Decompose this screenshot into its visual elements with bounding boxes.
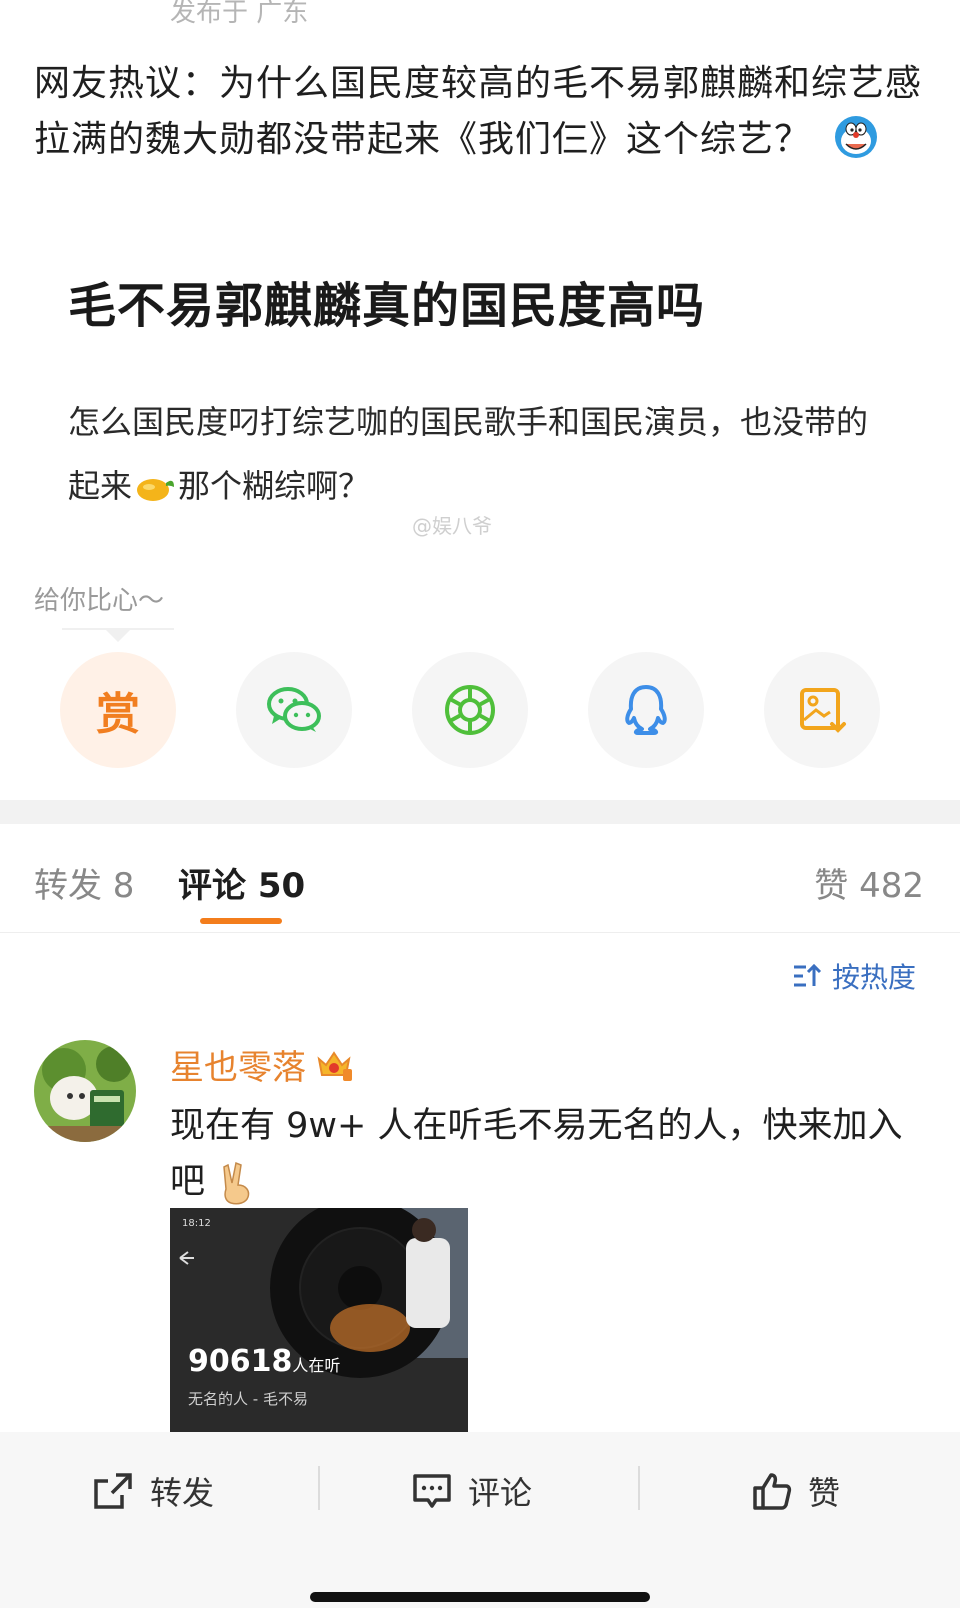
like-label: 赞 xyxy=(808,1474,841,1512)
section-divider xyxy=(0,800,960,824)
tab-repost[interactable]: 转发 8 xyxy=(34,858,134,907)
listener-count-suffix: 人在听 xyxy=(292,1356,341,1375)
post-location: 发布于 广东 xyxy=(170,0,309,28)
bottom-action-bar xyxy=(0,1432,960,1608)
save-image-icon xyxy=(800,688,846,733)
comment-label: 评论 xyxy=(468,1474,533,1512)
qq-icon xyxy=(625,685,667,735)
avatar[interactable] xyxy=(34,1040,136,1142)
tab-like[interactable]: 赞 482 xyxy=(814,858,924,907)
tab-active-indicator xyxy=(200,918,282,924)
share-wechat-button[interactable] xyxy=(236,652,352,768)
sort-icon xyxy=(794,963,822,987)
post-image-watermark: @娱八爷 xyxy=(412,514,492,538)
share-qq-button[interactable] xyxy=(588,652,704,768)
comment-username-text: 星也零落 xyxy=(170,1048,306,1088)
bottom-bar-divider-2 xyxy=(638,1466,640,1510)
comment-text: 现在有 9w+ 人在听毛不易无名的人，快来加入吧 xyxy=(170,1098,930,1210)
doraemon-emoji-icon xyxy=(835,116,878,158)
comment-image[interactable]: 18:12 90618人在听 无名的人 - 毛不易 xyxy=(170,1208,468,1438)
post-text: 网友热议：为什么国民度较高的毛不易郭麒麟和综艺感拉满的魏大勋都没带起来《我们仨》… xyxy=(34,56,924,168)
comment-image-listener-count: 90618人在听 xyxy=(188,1344,340,1379)
tip-label: 给你比心～ xyxy=(34,586,165,616)
listener-count-number: 90618 xyxy=(188,1344,293,1379)
moments-icon xyxy=(445,685,495,735)
repost-icon xyxy=(94,1473,132,1509)
share-moments-button[interactable] xyxy=(412,652,528,768)
save-image-button[interactable] xyxy=(764,652,880,768)
reward-button[interactable]: 赏 xyxy=(60,652,176,768)
wechat-icon xyxy=(267,687,321,732)
comment-button[interactable]: 评论 xyxy=(412,1468,532,1514)
tip-caret xyxy=(106,630,130,642)
tab-comment[interactable]: 评论 50 xyxy=(178,858,305,907)
like-button[interactable]: 赞 xyxy=(752,1468,840,1514)
tab-divider xyxy=(0,932,960,933)
home-indicator[interactable] xyxy=(310,1592,650,1602)
repost-label: 转发 xyxy=(150,1474,215,1512)
comment-image-song: 无名的人 - 毛不易 xyxy=(188,1390,308,1408)
comment-icon xyxy=(413,1474,451,1508)
comment-username[interactable]: 星也零落 xyxy=(170,1040,352,1089)
victory-hand-emoji-icon xyxy=(223,1161,250,1205)
post-image-title: 毛不易郭麒麟真的国民度高吗 xyxy=(68,278,706,334)
sort-button[interactable]: 按热度 xyxy=(792,956,916,996)
vip-crown-icon xyxy=(317,1050,352,1081)
avatar-image xyxy=(34,1040,136,1142)
post-image-body: 怎么国民度叼打综艺咖的国民歌手和国民演员，也没带的起来 那个糊综啊？ xyxy=(68,390,888,518)
bottom-bar-divider xyxy=(318,1466,320,1510)
thumbs-up-icon xyxy=(753,1473,792,1510)
sort-label: 按热度 xyxy=(832,961,917,994)
repost-button[interactable]: 转发 xyxy=(92,1468,214,1514)
mango-emoji-icon xyxy=(137,479,175,501)
reward-label: 赏 xyxy=(96,689,140,740)
post-image[interactable]: 毛不易郭麒麟真的国民度高吗 怎么国民度叼打综艺咖的国民歌手和国民演员，也没带的起… xyxy=(34,240,926,560)
post-text-content: 网友热议：为什么国民度较高的毛不易郭麒麟和综艺感拉满的魏大勋都没带起来《我们仨》… xyxy=(34,63,923,160)
comment-image-status-time: 18:12 xyxy=(182,1218,211,1229)
comment-text-content: 现在有 9w+ 人在听毛不易无名的人，快来加入吧 xyxy=(170,1106,903,1202)
post-image-body-text-2: 那个糊综啊？ xyxy=(178,467,371,505)
